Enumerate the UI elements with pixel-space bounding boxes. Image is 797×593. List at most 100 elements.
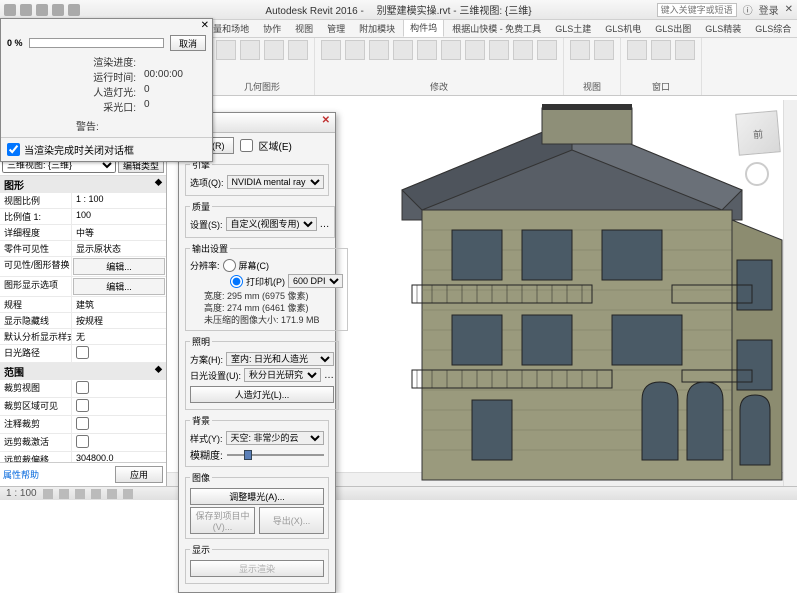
show-render-button[interactable]: 显示渲染 <box>190 560 324 577</box>
property-value[interactable] <box>72 434 166 451</box>
property-row: 详细程度中等 <box>0 225 166 241</box>
ribbon-command-icon[interactable] <box>489 40 509 60</box>
export-button[interactable]: 导出(X)... <box>259 507 324 534</box>
property-value[interactable]: 中等 <box>72 225 166 240</box>
ribbon-command-icon[interactable] <box>288 40 308 60</box>
sb-icon[interactable] <box>75 489 85 499</box>
ribbon-command-icon[interactable] <box>627 40 647 60</box>
sun-settings-select[interactable]: 秋分日光研究 <box>244 368 321 382</box>
ribbon-command-icon[interactable] <box>264 40 284 60</box>
background-group: 背景 样式(Y):天空: 非常少的云 模糊度: <box>185 414 329 467</box>
property-row: 图形显示选项编辑... <box>0 277 166 297</box>
quality-more-icon[interactable]: … <box>320 219 330 230</box>
lighting-scheme-select[interactable]: 室内: 日光和人造光 <box>226 352 334 366</box>
ribbon-command-icon[interactable] <box>345 40 365 60</box>
property-value[interactable]: 100 <box>72 209 166 224</box>
ribbon-tab[interactable]: 视图 <box>289 20 319 37</box>
property-value[interactable] <box>72 398 166 415</box>
revit-app-icon[interactable] <box>4 4 16 16</box>
qat-open-icon[interactable] <box>20 4 32 16</box>
ribbon-command-icon[interactable] <box>651 40 671 60</box>
engine-select[interactable]: NVIDIA mental ray <box>227 175 325 189</box>
property-category[interactable]: 范围⬥ <box>0 363 166 380</box>
resolution-printer-radio[interactable] <box>230 275 243 288</box>
ribbon-command-icon[interactable] <box>465 40 485 60</box>
close-on-finish-checkbox[interactable] <box>7 143 20 156</box>
background-style-select[interactable]: 天空: 非常少的云 <box>226 431 325 445</box>
help-search-input[interactable] <box>657 3 737 17</box>
ribbon-command-icon[interactable] <box>675 40 695 60</box>
qat-undo-icon[interactable] <box>52 4 64 16</box>
ribbon-tab[interactable]: GLS出图 <box>649 20 697 37</box>
ribbon-tab[interactable]: 构件坞 <box>403 20 444 37</box>
quick-access-toolbar <box>4 4 80 16</box>
ribbon-group: 窗口 <box>621 38 702 95</box>
region-checkbox[interactable] <box>240 139 253 152</box>
region-label: 区域(E) <box>259 138 292 153</box>
ribbon-tab[interactable]: GLS精装 <box>699 20 747 37</box>
resolution-screen-radio[interactable] <box>223 259 236 272</box>
property-value[interactable]: 编辑... <box>73 258 165 275</box>
property-value[interactable]: 显示原状态 <box>72 241 166 256</box>
view-scale[interactable]: 1 : 100 <box>6 488 37 499</box>
save-to-project-button[interactable]: 保存到项目中(V)... <box>190 507 255 534</box>
ribbon-group-label: 视图 <box>570 80 614 93</box>
dialog-close-icon[interactable]: ✕ <box>322 115 330 130</box>
property-value[interactable]: 建筑 <box>72 297 166 312</box>
sb-icon[interactable] <box>107 489 117 499</box>
ribbon-command-icon[interactable] <box>369 40 389 60</box>
ribbon-command-icon[interactable] <box>321 40 341 60</box>
ribbon-command-icon[interactable] <box>240 40 260 60</box>
property-row: 裁剪区域可见 <box>0 398 166 416</box>
ribbon-command-icon[interactable] <box>216 40 236 60</box>
ribbon-tab[interactable]: 根据山快模 - 免费工具 <box>446 20 547 37</box>
property-row: 可见性/图形替换编辑... <box>0 257 166 277</box>
qat-redo-icon[interactable] <box>68 4 80 16</box>
infocenter-icon[interactable]: ⓘ <box>743 2 753 17</box>
property-value[interactable]: 编辑... <box>73 278 165 295</box>
ribbon-command-icon[interactable] <box>441 40 461 60</box>
dpi-select[interactable]: 600 DPI <box>288 274 343 288</box>
ribbon-tab[interactable]: GLS机电 <box>599 20 647 37</box>
haze-slider[interactable] <box>227 454 324 456</box>
ribbon-tab[interactable]: GLS综合 <box>749 20 797 37</box>
properties-help-link[interactable]: 属性帮助 <box>3 468 39 481</box>
property-value[interactable]: 按规程 <box>72 313 166 328</box>
apply-button[interactable]: 应用 <box>115 466 163 483</box>
ribbon-command-icon[interactable] <box>594 40 614 60</box>
title-bar: Autodesk Revit 2016 - 别墅建模实操.rvt - 三维视图:… <box>0 0 797 20</box>
property-value[interactable]: 1 : 100 <box>72 193 166 208</box>
ribbon-command-icon[interactable] <box>417 40 437 60</box>
sign-in-link[interactable]: 登录 <box>759 2 779 17</box>
sb-icon[interactable] <box>43 489 53 499</box>
ribbon-tab[interactable]: 协作 <box>257 20 287 37</box>
property-value[interactable]: 304800.0 <box>72 452 166 462</box>
artificial-lights-button[interactable]: 人造灯光(L)... <box>190 386 334 403</box>
quality-select[interactable]: 自定义(视图专用) <box>226 217 317 231</box>
sb-icon[interactable] <box>59 489 69 499</box>
adjust-exposure-button[interactable]: 调整曝光(A)... <box>190 488 324 505</box>
window-close-icon[interactable]: ✕ <box>785 4 793 15</box>
ribbon-command-icon[interactable] <box>570 40 590 60</box>
sb-icon[interactable] <box>123 489 133 499</box>
sun-more-icon[interactable]: … <box>324 370 334 381</box>
ribbon-tab[interactable]: GLS土建 <box>549 20 597 37</box>
image-group: 图像 调整曝光(A)... 保存到项目中(V)... 导出(X)... <box>185 471 329 539</box>
qat-save-icon[interactable] <box>36 4 48 16</box>
dialog-close-icon[interactable]: ✕ <box>201 20 209 31</box>
ribbon-command-icon[interactable] <box>393 40 413 60</box>
output-width: 宽度: 295 mm (6975 像素) <box>190 290 343 302</box>
ribbon-tab[interactable]: 管理 <box>321 20 351 37</box>
property-value[interactable]: 无 <box>72 329 166 344</box>
sb-icon[interactable] <box>91 489 101 499</box>
cancel-button[interactable]: 取消 <box>170 35 206 51</box>
property-category[interactable]: 图形⬥ <box>0 176 166 193</box>
property-value[interactable] <box>72 345 166 362</box>
property-value[interactable] <box>72 416 166 433</box>
output-group: 输出设置 分辨率: 屏幕(C) 打印机(P) 600 DPI 宽度: 295 m… <box>185 242 348 331</box>
warning-label: 警告: <box>76 118 136 133</box>
ribbon-command-icon[interactable] <box>537 40 557 60</box>
ribbon-command-icon[interactable] <box>513 40 533 60</box>
property-value[interactable] <box>72 380 166 397</box>
ribbon-tab[interactable]: 附加模块 <box>353 20 401 37</box>
